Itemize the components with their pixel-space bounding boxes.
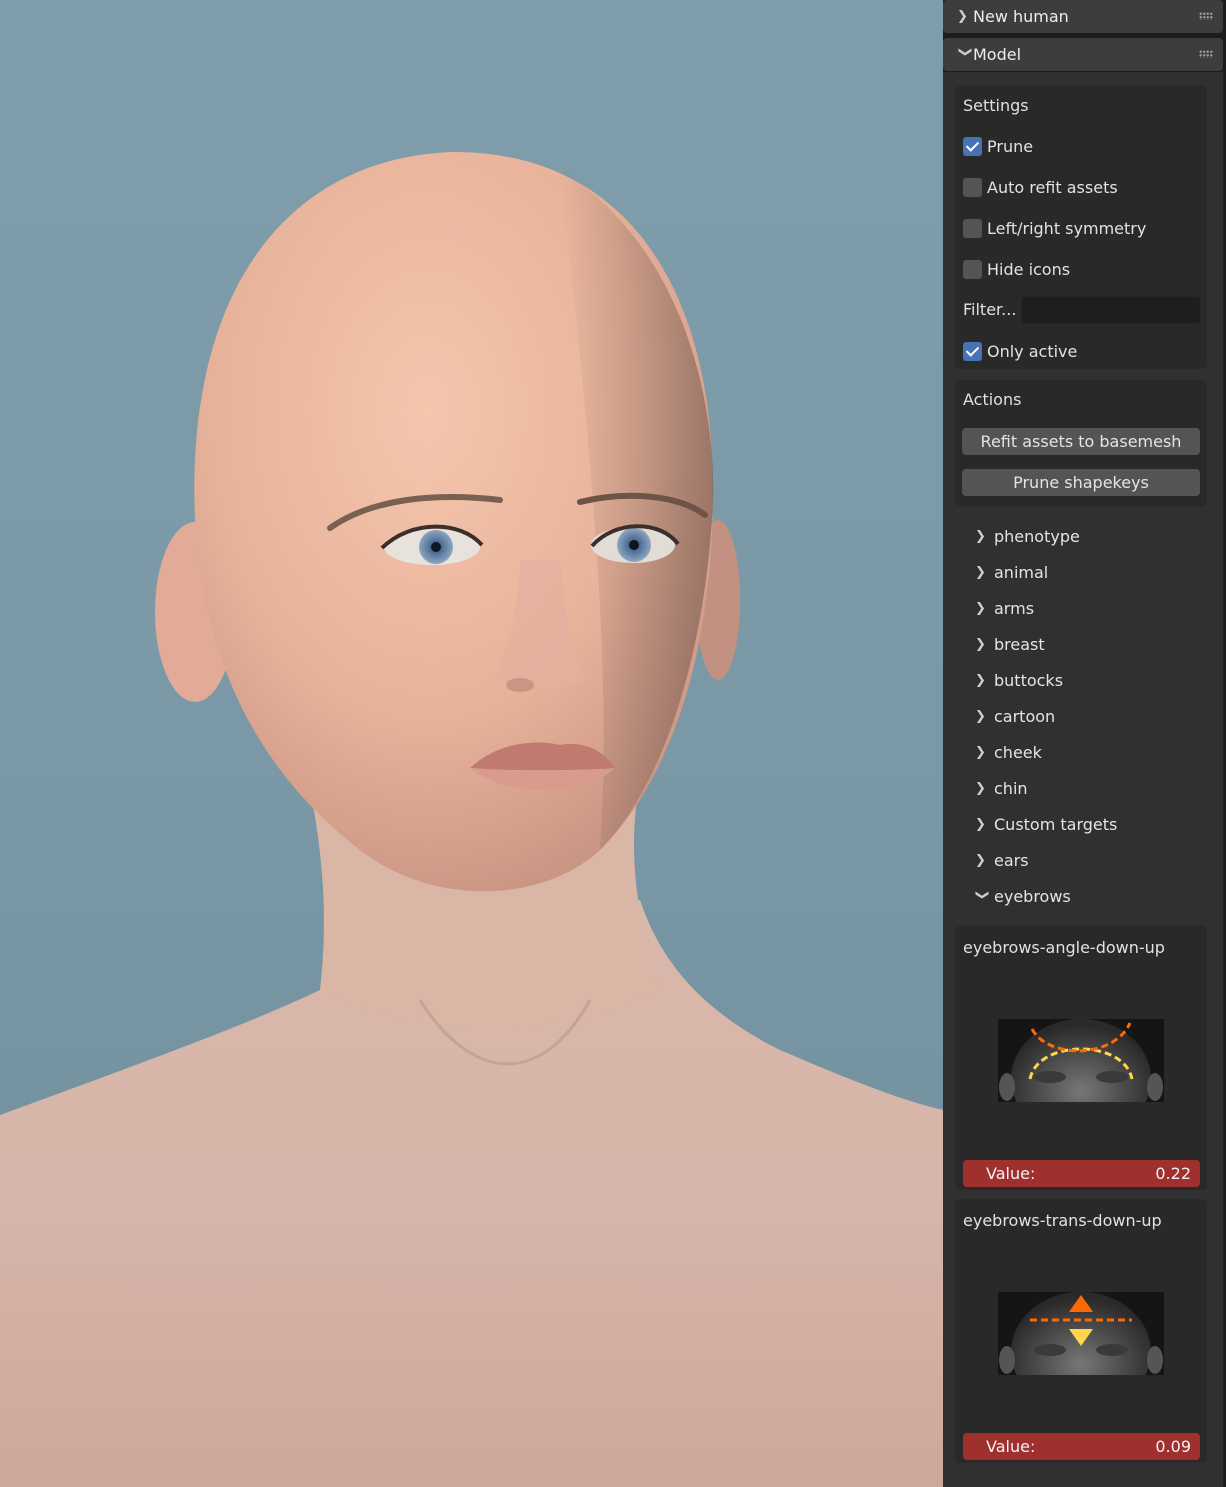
filter-label: Filter... (963, 300, 1017, 319)
chevron-down-icon: ❯ (974, 889, 990, 900)
checkbox-label: Prune (987, 136, 1034, 156)
tree-item-label: cartoon (994, 706, 1056, 726)
checkbox-label: Auto refit assets (987, 177, 1118, 197)
tree-item-label: ears (994, 850, 1029, 870)
only-active-checkbox-row[interactable]: Only active (963, 341, 1077, 361)
chevron-right-icon: ❯ (975, 780, 986, 796)
tree-item-animal[interactable]: ❯ animal (975, 561, 1048, 583)
tree-item-label: cheek (994, 742, 1042, 762)
tree-item-cartoon[interactable]: ❯ cartoon (975, 705, 1055, 727)
eyebrow-angle-thumbnail-icon (998, 1019, 1164, 1102)
panel-header-label: New human (973, 7, 1069, 26)
tree-item-eyebrows[interactable]: ❯ eyebrows (975, 885, 1071, 907)
chevron-down-icon: ❯ (957, 46, 973, 58)
drag-handle-icon[interactable] (1199, 50, 1213, 58)
tree-item-label: animal (994, 562, 1049, 582)
chevron-right-icon: ❯ (975, 636, 986, 652)
actions-box: Actions Refit assets to basemesh Prune s… (955, 380, 1207, 506)
prune-shapekeys-button[interactable]: Prune shapekeys (962, 469, 1200, 496)
value-slider[interactable]: Value: 0.22 (963, 1160, 1200, 1187)
chevron-right-icon: ❯ (975, 528, 986, 544)
actions-title: Actions (963, 390, 1022, 409)
target-card: eyebrows-angle-down-up Value: 0.22 (955, 926, 1207, 1190)
slider-value: 0.09 (1155, 1437, 1191, 1456)
target-name: eyebrows-trans-down-up (963, 1211, 1162, 1230)
tree-item-label: arms (994, 598, 1035, 618)
prune-checkbox-row[interactable]: Prune (963, 136, 1033, 156)
refit-assets-button[interactable]: Refit assets to basemesh (962, 428, 1200, 455)
checkbox-label: Hide icons (987, 259, 1071, 279)
tree-item-label: buttocks (994, 670, 1064, 690)
tree-item-breast[interactable]: ❯ breast (975, 633, 1045, 655)
checkbox-label: Left/right symmetry (987, 218, 1147, 238)
properties-panel: ❯ New human ❯ Model Settings Prune Auto … (943, 0, 1226, 1487)
checkbox-only-active[interactable] (963, 341, 982, 361)
tree-item-chin[interactable]: ❯ chin (975, 777, 1028, 799)
checkbox-auto-refit[interactable] (963, 177, 982, 197)
checkbox-symmetry[interactable] (963, 218, 982, 238)
eyebrow-translate-thumbnail-icon (998, 1292, 1164, 1375)
settings-title: Settings (963, 96, 1029, 115)
chevron-right-icon: ❯ (975, 600, 986, 616)
panel-header-new-human[interactable]: ❯ New human (943, 0, 1223, 33)
slider-value: 0.22 (1155, 1164, 1191, 1183)
tree-item-label: phenotype (994, 526, 1080, 546)
filter-input[interactable] (1021, 296, 1201, 324)
tree-item-phenotype[interactable]: ❯ phenotype (975, 525, 1080, 547)
panel-header-model[interactable]: ❯ Model (943, 38, 1223, 71)
chevron-right-icon: ❯ (975, 744, 986, 760)
tree-item-buttocks[interactable]: ❯ buttocks (975, 669, 1063, 691)
auto-refit-checkbox-row[interactable]: Auto refit assets (963, 177, 1118, 197)
chevron-right-icon: ❯ (975, 852, 986, 868)
tree-item-label: Custom targets (994, 814, 1118, 834)
checkbox-label: Only active (987, 341, 1078, 361)
tree-item-arms[interactable]: ❯ arms (975, 597, 1034, 619)
tree-item-label: chin (994, 778, 1028, 798)
slider-label: Value: (986, 1164, 1036, 1183)
chevron-right-icon: ❯ (975, 708, 986, 724)
tree-item-cheek[interactable]: ❯ cheek (975, 741, 1042, 763)
value-slider[interactable]: Value: 0.09 (963, 1433, 1200, 1460)
tree-item-label: eyebrows (994, 886, 1071, 906)
target-name: eyebrows-angle-down-up (963, 938, 1165, 957)
viewport-3d[interactable] (0, 0, 943, 1487)
checkbox-hide-icons[interactable] (963, 259, 982, 279)
chevron-right-icon: ❯ (975, 672, 986, 688)
drag-handle-icon[interactable] (1199, 12, 1213, 20)
chevron-right-icon: ❯ (957, 9, 968, 24)
checkbox-prune[interactable] (963, 136, 982, 156)
hide-icons-checkbox-row[interactable]: Hide icons (963, 259, 1070, 279)
human-render (0, 151, 943, 1487)
chevron-right-icon: ❯ (975, 816, 986, 832)
target-card: eyebrows-trans-down-up Value: 0.09 (955, 1199, 1207, 1463)
tree-item-label: breast (994, 634, 1045, 654)
symmetry-checkbox-row[interactable]: Left/right symmetry (963, 218, 1146, 238)
tree-item-custom-targets[interactable]: ❯ Custom targets (975, 813, 1117, 835)
chevron-right-icon: ❯ (975, 564, 986, 580)
slider-label: Value: (986, 1437, 1036, 1456)
tree-item-ears[interactable]: ❯ ears (975, 849, 1029, 871)
model-panel-body: Settings Prune Auto refit assets Left/ri… (943, 72, 1223, 1487)
panel-header-label: Model (973, 45, 1022, 64)
settings-box: Settings Prune Auto refit assets Left/ri… (955, 86, 1207, 369)
